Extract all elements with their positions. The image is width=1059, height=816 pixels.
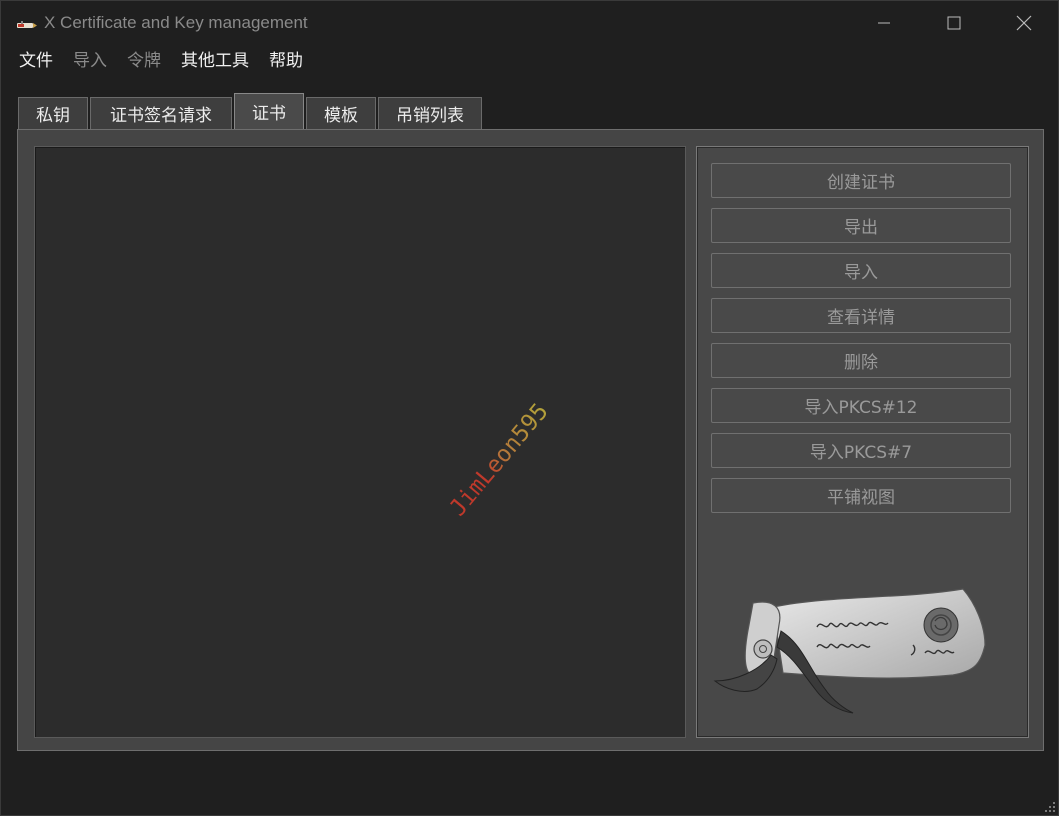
- tab-revocation-lists[interactable]: 吊销列表: [378, 97, 482, 129]
- status-bar: [1, 753, 1058, 815]
- minimize-button[interactable]: [849, 1, 919, 45]
- close-button[interactable]: [989, 1, 1059, 45]
- menu-import[interactable]: 导入: [63, 46, 117, 76]
- tab-bar: 私钥 证书签名请求 证书 模板 吊销列表: [18, 93, 484, 129]
- tab-private-keys[interactable]: 私钥: [18, 97, 88, 129]
- certificate-list[interactable]: JimLeon595: [34, 146, 686, 738]
- export-button[interactable]: 导出: [711, 208, 1011, 243]
- close-icon: [1016, 15, 1032, 31]
- show-details-button[interactable]: 查看详情: [711, 298, 1011, 333]
- app-window: X Certificate and Key management 文件 导入 令…: [0, 0, 1059, 816]
- title-bar[interactable]: X Certificate and Key management: [1, 1, 1058, 45]
- import-pkcs7-button[interactable]: 导入PKCS#7: [711, 433, 1011, 468]
- watermark-text: JimLeon595: [444, 398, 554, 522]
- new-certificate-button[interactable]: 创建证书: [711, 163, 1011, 198]
- action-panel: 创建证书 导出 导入 查看详情 删除 导入PKCS#12 导入PKCS#7 平铺…: [696, 146, 1029, 738]
- maximize-icon: [947, 16, 961, 30]
- tab-certificates[interactable]: 证书: [234, 93, 304, 129]
- menu-file[interactable]: 文件: [9, 46, 63, 76]
- tab-csr[interactable]: 证书签名请求: [90, 97, 232, 129]
- app-icon: [17, 16, 37, 28]
- plain-view-button[interactable]: 平铺视图: [711, 478, 1011, 513]
- certificate-scroll-logo: [713, 588, 986, 714]
- certificates-panel: JimLeon595 创建证书 导出 导入 查看详情 删除 导入PKCS#12 …: [17, 129, 1044, 751]
- maximize-button[interactable]: [919, 1, 989, 45]
- window-title: X Certificate and Key management: [44, 13, 308, 32]
- resize-grip-icon[interactable]: [1042, 799, 1056, 813]
- import-button[interactable]: 导入: [711, 253, 1011, 288]
- delete-button[interactable]: 删除: [711, 343, 1011, 378]
- import-pkcs12-button[interactable]: 导入PKCS#12: [711, 388, 1011, 423]
- menu-bar: 文件 导入 令牌 其他工具 帮助: [1, 45, 1058, 77]
- minimize-icon: [878, 22, 890, 24]
- tab-templates[interactable]: 模板: [306, 97, 376, 129]
- menu-help[interactable]: 帮助: [259, 46, 313, 76]
- menu-token[interactable]: 令牌: [117, 46, 171, 76]
- menu-extra-tools[interactable]: 其他工具: [171, 46, 259, 76]
